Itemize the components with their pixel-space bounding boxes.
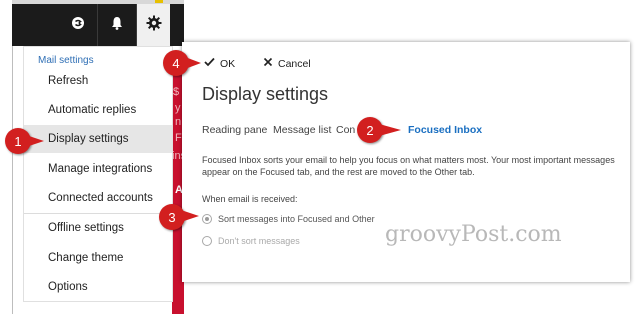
tab-conversations[interactable]: Con [336,124,355,136]
focused-inbox-description: Focused Inbox sorts your email to help y… [202,155,615,177]
callout-2-pointer [379,124,401,136]
menu-item-refresh[interactable]: Refresh [24,67,172,95]
gear-icon [146,15,162,36]
radio-button[interactable] [202,214,212,224]
callout-3-pointer [181,210,199,222]
radio-option-label: Don't sort messages [218,236,300,246]
settings-button[interactable] [137,4,170,46]
menu-item-display-settings[interactable]: Display settings [24,125,172,153]
skype-icon [70,15,86,36]
tab-reading-pane[interactable]: Reading pane [202,124,267,136]
menu-item-automatic-replies[interactable]: Automatic replies [24,96,172,124]
ok-button[interactable]: OK [204,57,235,70]
tab-focused-inbox[interactable]: Focused Inbox [408,124,482,136]
callout-4-pointer [185,57,201,69]
top-bar-accent [155,0,163,3]
notifications-button[interactable] [98,4,136,46]
ad-strip-text: y [175,102,181,114]
bell-icon [109,15,125,36]
tab-message-list[interactable]: Message list [273,124,331,136]
callout-1-pointer [26,135,44,147]
radio-button[interactable] [202,236,212,246]
ad-strip-text: n [175,116,182,128]
cancel-button[interactable]: Cancel [263,57,311,70]
watermark: groovyPost.com [385,222,562,247]
menu-item-change-theme[interactable]: Change theme [24,244,172,272]
page-title: Display settings [202,84,329,104]
email-received-label: When email is received: [202,194,298,204]
menu-item-connected-accounts[interactable]: Connected accounts [24,184,172,212]
menu-header: Mail settings [38,55,94,66]
menu-item-manage-integrations[interactable]: Manage integrations [24,155,172,183]
x-icon [263,57,273,70]
ad-strip-text: $ [173,86,180,98]
cancel-label: Cancel [278,57,311,70]
checkmark-icon [204,57,215,70]
skype-button[interactable] [59,4,97,46]
radio-option-dont-sort[interactable]: Don't sort messages [202,236,300,246]
menu-item-options[interactable]: Options [24,273,172,301]
menu-item-offline-settings[interactable]: Offline settings [24,214,172,242]
ad-strip-text: F [175,132,182,144]
radio-option-sort[interactable]: Sort messages into Focused and Other [202,214,375,224]
radio-option-label: Sort messages into Focused and Other [218,214,375,224]
ok-label: OK [220,57,236,70]
